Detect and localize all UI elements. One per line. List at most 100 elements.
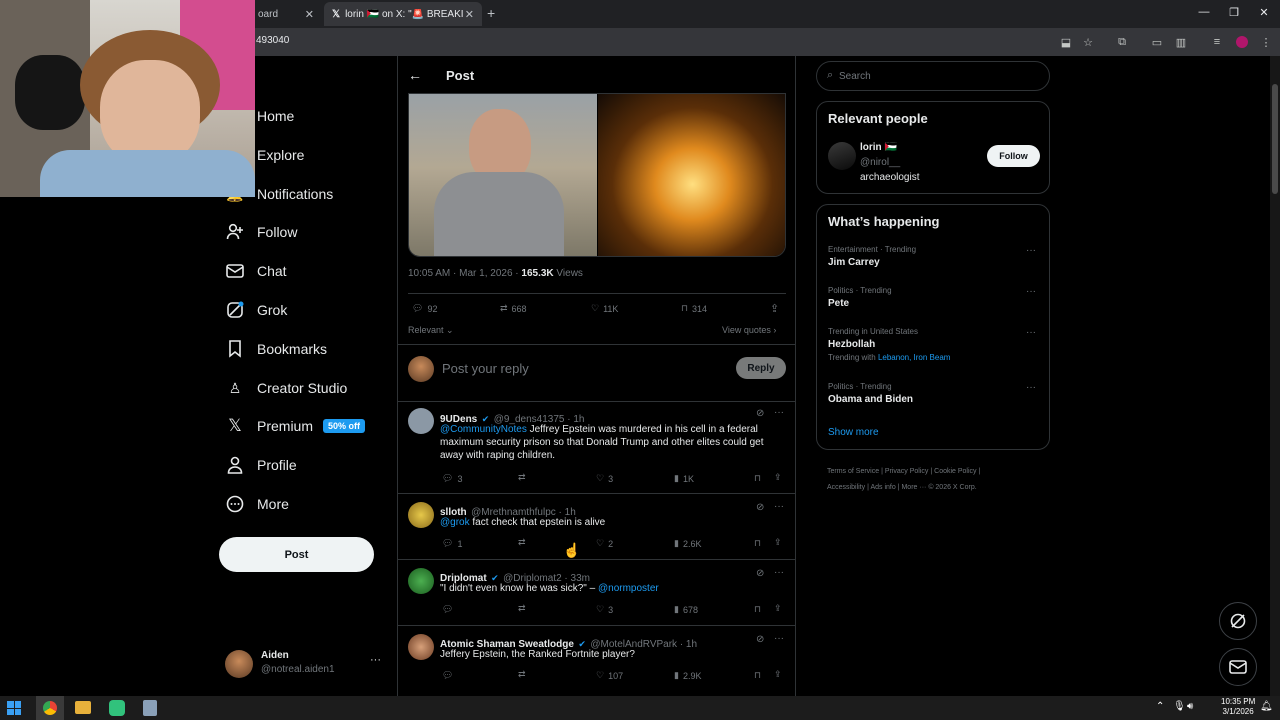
more-icon[interactable]: ··· bbox=[1026, 327, 1036, 338]
reply-item[interactable]: Atomic Shaman Sweatlodge ✔ @MotelAndRVPa… bbox=[398, 626, 795, 696]
app-taskbar-icon[interactable] bbox=[109, 700, 125, 716]
reply-views-stat[interactable]: ▮ 1K bbox=[674, 473, 694, 484]
reply-repost-stat[interactable]: ⇄ bbox=[518, 669, 526, 680]
microphone-icon[interactable]: 🎙︎ bbox=[1173, 701, 1186, 712]
share-icon[interactable]: ⇪ bbox=[774, 603, 782, 614]
system-clock[interactable]: 10:35 PM 3/1/2026 bbox=[1221, 697, 1255, 717]
star-icon[interactable]: ☆ bbox=[1080, 34, 1096, 50]
footer-link[interactable]: Accessibility bbox=[827, 484, 865, 491]
reply-replies-stat[interactable]: 💬︎ 1 bbox=[442, 538, 462, 549]
share-icon[interactable]: ⇪ bbox=[770, 302, 779, 315]
volume-icon[interactable]: 🔊︎ bbox=[1187, 701, 1193, 712]
browser-menu-icon[interactable]: ⋮ bbox=[1258, 34, 1274, 50]
reply-likes-stat[interactable]: ♡ 3 bbox=[596, 473, 613, 484]
grok-icon[interactable]: ⊘ bbox=[756, 408, 764, 419]
bookmark-icon[interactable]: ⊓ bbox=[754, 604, 761, 615]
close-icon[interactable]: ✕ bbox=[465, 8, 474, 21]
mention-link[interactable]: @normposter bbox=[598, 583, 659, 594]
trend-item[interactable]: Politics · Trending Pete bbox=[828, 286, 1040, 318]
follow-button[interactable]: Follow bbox=[987, 145, 1040, 167]
nav-premium[interactable]: 𝕏 Premium 50% off bbox=[224, 412, 366, 440]
nav-more[interactable]: More bbox=[224, 490, 289, 518]
profile-avatar-icon[interactable] bbox=[1234, 34, 1250, 50]
reply-views-stat[interactable]: ▮ 2.9K bbox=[674, 670, 701, 681]
reply-likes-stat[interactable]: ♡ 3 bbox=[596, 604, 613, 615]
mention-link[interactable]: @CommunityNotes bbox=[440, 424, 527, 435]
account-switcher[interactable]: Aiden @notreal.aiden1 ··· bbox=[225, 648, 395, 680]
notification-bell-icon[interactable]: 🔔︎ bbox=[1260, 701, 1273, 712]
share-icon[interactable]: ⇪ bbox=[774, 669, 782, 680]
install-app-icon[interactable]: ⬓ bbox=[1058, 34, 1074, 50]
reply-replies-stat[interactable]: 💬︎ 3 bbox=[442, 473, 462, 484]
reply-item[interactable]: Driplomat ✔ @Driplomat2 · 33m ⊘ ··· "I d… bbox=[398, 560, 795, 625]
reply-button[interactable]: Reply bbox=[736, 357, 786, 379]
new-tab-icon[interactable]: + bbox=[487, 5, 495, 21]
reply-item[interactable]: 9UDens ✔ @9_dens41375 · 1h ⊘ ··· @Commun… bbox=[398, 402, 795, 492]
more-icon[interactable]: ··· bbox=[1026, 382, 1036, 393]
bookmark-icon[interactable]: ⊓ bbox=[754, 670, 761, 681]
reply-input[interactable]: Post your reply bbox=[442, 361, 529, 376]
reply-views-stat[interactable]: ▮ 2.6K bbox=[674, 538, 701, 549]
nav-creator-studio[interactable]: ♙ Creator Studio bbox=[224, 374, 348, 402]
more-icon[interactable]: ··· bbox=[1026, 245, 1036, 256]
show-more-link[interactable]: Show more bbox=[828, 427, 879, 438]
nav-chat[interactable]: Chat bbox=[224, 257, 287, 285]
footer-link[interactable]: More ··· bbox=[901, 484, 926, 491]
extensions-icon[interactable]: ⧉ bbox=[1114, 34, 1130, 50]
bookmarks-stat[interactable]: ⊓ 314 bbox=[681, 303, 707, 314]
reply-likes-stat[interactable]: ♡ 2 bbox=[596, 538, 613, 549]
windows-start-icon[interactable] bbox=[7, 701, 21, 715]
mention-link[interactable]: @grok bbox=[440, 517, 470, 528]
footer-link[interactable]: Terms of Service bbox=[827, 468, 879, 475]
trend-item[interactable]: Trending in United States Hezbollah Tren… bbox=[828, 327, 1040, 372]
nav-follow[interactable]: Follow bbox=[224, 218, 297, 246]
reply-replies-stat[interactable]: 💬︎ bbox=[442, 670, 453, 681]
footer-link[interactable]: Privacy Policy bbox=[885, 468, 929, 475]
reply-repost-stat[interactable]: ⇄ bbox=[518, 472, 526, 483]
grok-floating-button[interactable] bbox=[1219, 602, 1257, 640]
chevron-up-icon[interactable]: ⌃ bbox=[1156, 701, 1164, 712]
reply-repost-stat[interactable]: ⇄ bbox=[518, 537, 526, 548]
more-icon[interactable]: ··· bbox=[774, 633, 784, 644]
chrome-taskbar-icon[interactable] bbox=[36, 696, 64, 720]
bookmark-icon[interactable]: ⊓ bbox=[754, 538, 761, 549]
post-button[interactable]: Post bbox=[219, 537, 374, 572]
back-arrow-icon[interactable]: ← bbox=[408, 67, 422, 83]
more-icon[interactable]: ··· bbox=[774, 407, 784, 418]
file-explorer-icon[interactable] bbox=[75, 701, 91, 714]
search-input[interactable]: ⌕ Search bbox=[816, 61, 1050, 91]
close-icon[interactable]: ✕ bbox=[305, 8, 314, 21]
messages-floating-button[interactable] bbox=[1219, 648, 1257, 686]
share-icon[interactable]: ⇪ bbox=[774, 472, 782, 483]
sort-dropdown[interactable]: Relevant ⌄ bbox=[408, 325, 454, 336]
nav-profile[interactable]: Profile bbox=[224, 451, 297, 479]
avatar[interactable] bbox=[828, 142, 856, 170]
footer-link[interactable]: Cookie Policy bbox=[934, 468, 976, 475]
post-media[interactable] bbox=[408, 93, 786, 257]
likes-stat[interactable]: ♡ 11K bbox=[591, 303, 618, 314]
grok-icon[interactable]: ⊘ bbox=[756, 502, 764, 513]
post-image-explosion[interactable] bbox=[598, 94, 785, 256]
nav-grok[interactable]: Grok bbox=[224, 296, 287, 324]
trend-item[interactable]: Entertainment · Trending Jim Carrey bbox=[828, 245, 1040, 277]
app-taskbar-icon[interactable] bbox=[143, 700, 157, 716]
scrollbar[interactable] bbox=[1270, 56, 1280, 696]
replies-stat[interactable]: 💬︎ 92 bbox=[412, 303, 437, 314]
view-quotes-link[interactable]: View quotes › bbox=[722, 325, 776, 335]
more-icon[interactable]: ··· bbox=[774, 501, 784, 512]
browser-tab-dashboard[interactable]: oard ✕ bbox=[250, 2, 322, 26]
tab-search-icon[interactable]: ▭ bbox=[1149, 34, 1165, 50]
trend-item[interactable]: Politics · Trending Obama and Biden bbox=[828, 382, 1040, 414]
minimize-icon[interactable]: — bbox=[1194, 6, 1214, 18]
share-icon[interactable]: ⇪ bbox=[774, 537, 782, 548]
browser-tab-x-post[interactable]: 𝕏 lorin 🇵🇸 on X: "🚨 BREAKING: N ✕ bbox=[324, 2, 482, 26]
reading-mode-icon[interactable]: ▥ bbox=[1173, 34, 1189, 50]
reply-likes-stat[interactable]: ♡ 107 bbox=[596, 670, 623, 681]
reply-item[interactable]: slloth @Mrethnamthfulpc · 1h ⊘ ··· @grok… bbox=[398, 494, 795, 559]
footer-link[interactable]: Ads info bbox=[870, 484, 895, 491]
restore-icon[interactable]: ❐ bbox=[1224, 6, 1244, 19]
reply-replies-stat[interactable]: 💬︎ bbox=[442, 604, 453, 615]
more-icon[interactable]: ··· bbox=[774, 567, 784, 578]
more-icon[interactable]: ··· bbox=[1026, 286, 1036, 297]
window-close-icon[interactable]: ✕ bbox=[1254, 6, 1274, 19]
